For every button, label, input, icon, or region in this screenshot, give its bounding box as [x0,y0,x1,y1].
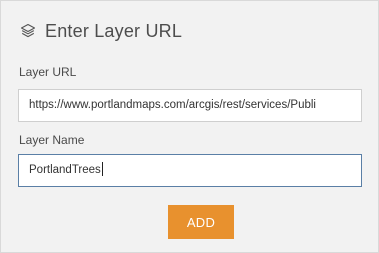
layer-url-label: Layer URL [19,65,77,79]
add-button[interactable]: ADD [168,205,234,239]
layer-url-value: https://www.portlandmaps.com/arcgis/rest… [29,99,316,111]
layer-url-input[interactable]: https://www.portlandmaps.com/arcgis/rest… [18,89,362,122]
panel-title: Enter Layer URL [45,20,183,41]
layer-name-input[interactable]: PortlandTrees [18,154,362,187]
panel-header: Enter Layer URL [19,17,182,45]
layers-icon [19,22,37,40]
layer-name-label: Layer Name [19,133,85,147]
text-cursor [101,161,103,176]
layer-name-value: PortlandTrees [29,164,101,176]
enter-layer-url-panel: Enter Layer URL Layer URL https://www.po… [0,0,379,253]
